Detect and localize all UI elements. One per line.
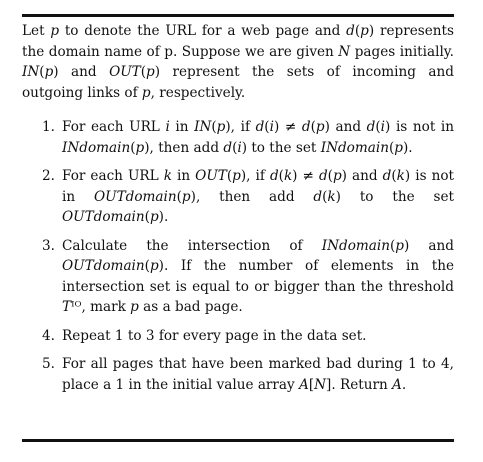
algorithm-step-1: 1. For each URL 𝑖 in 𝐼𝑁(𝑝), if 𝑑(𝑖) ≠ 𝑑(… [22, 117, 454, 158]
step-text: Calculate the intersection of 𝐼𝑁𝑑𝑜𝑚𝑎𝑖𝑛(𝑝… [62, 237, 454, 316]
step-text: For all pages that have been marked bad … [62, 356, 454, 393]
algorithm-intro: Let 𝑝 to denote the URL for a web page a… [22, 23, 454, 101]
step-number: 4. [42, 327, 55, 344]
step-number: 3. [42, 237, 55, 254]
step-number: 5. [42, 356, 55, 372]
algorithm-step-5: 5. For all pages that have been marked b… [22, 354, 454, 395]
algorithm-box: Let 𝑝 to denote the URL for a web page a… [22, 14, 454, 442]
step-number: 2. [42, 168, 55, 184]
step-text: For each URL 𝑘 in 𝑂𝑈𝑇(𝑝), if 𝑑(𝑘) ≠ 𝑑(𝑝)… [62, 168, 454, 225]
bottom-rule [22, 439, 454, 442]
algorithm-step-3: 3. Calculate the intersection of 𝐼𝑁𝑑𝑜𝑚𝑎𝑖… [22, 236, 454, 318]
algorithm-steps: 1. For each URL 𝑖 in 𝐼𝑁(𝑝), if 𝑑(𝑖) ≠ 𝑑(… [22, 117, 454, 403]
step-text: Repeat 1 to 3 for every page in the data… [62, 327, 367, 344]
step-number: 1. [42, 119, 55, 135]
top-rule [22, 14, 454, 17]
algorithm-step-2: 2. For each URL 𝑘 in 𝑂𝑈𝑇(𝑝), if 𝑑(𝑘) ≠ 𝑑… [22, 166, 454, 228]
step-text: For each URL 𝑖 in 𝐼𝑁(𝑝), if 𝑑(𝑖) ≠ 𝑑(𝑝) … [62, 119, 454, 156]
algorithm-step-4: 4. Repeat 1 to 3 for every page in the d… [22, 326, 454, 347]
